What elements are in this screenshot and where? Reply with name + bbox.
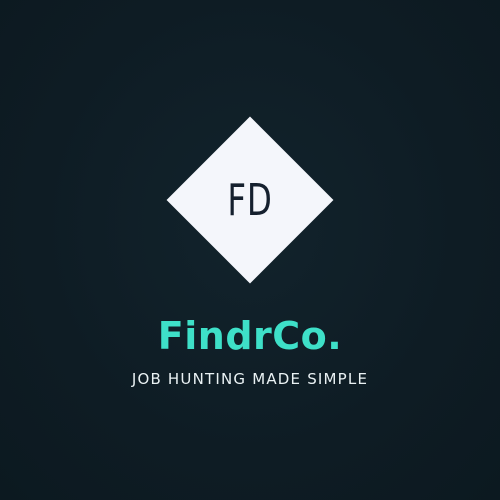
logo-lockup: FD FindrCo. JOB HUNTING MADE SIMPLE	[0, 0, 500, 500]
brand-name: FindrCo.	[157, 314, 343, 358]
logo-monogram: FD	[227, 174, 273, 226]
tagline: JOB HUNTING MADE SIMPLE	[131, 370, 369, 388]
